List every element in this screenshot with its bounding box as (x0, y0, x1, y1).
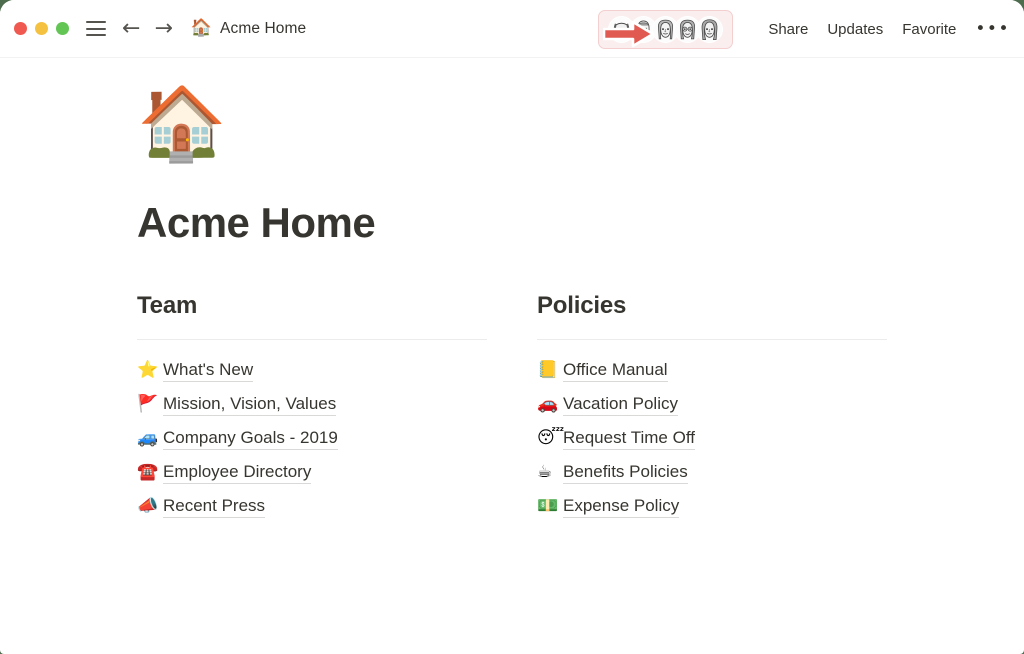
link-label[interactable]: What's New (163, 359, 254, 382)
link-label[interactable]: Employee Directory (163, 461, 312, 484)
list-item[interactable]: 🚗 Vacation Policy (537, 387, 937, 421)
forward-arrow-icon[interactable]: → (154, 17, 172, 40)
titlebar-actions: Share Updates Favorite ••• (598, 0, 1010, 58)
maximize-button[interactable] (56, 22, 69, 35)
megaphone-icon: 📣 (137, 495, 159, 516)
house-icon: 🏠 (190, 18, 213, 38)
flag-icon: 🚩 (137, 393, 159, 414)
column-divider (537, 339, 887, 341)
link-label[interactable]: Benefits Policies (563, 461, 688, 484)
hamburger-line (86, 21, 106, 23)
banknote-icon: 💵 (537, 495, 559, 516)
avatar-stack (608, 15, 724, 43)
avatar-group[interactable] (598, 9, 734, 49)
link-label[interactable]: Recent Press (163, 495, 266, 518)
link-label[interactable]: Expense Policy (563, 495, 680, 518)
title-bar: ← → 🏠 Acme Home Share Updates Favorite •… (0, 0, 1024, 58)
link-label[interactable]: Company Goals - 2019 (163, 427, 338, 450)
column-heading-team: Team (137, 292, 198, 320)
link-list-team: ⭐ What's New 🚩 Mission, Vision, Values 🚙… (137, 353, 537, 523)
list-item[interactable]: 📣 Recent Press (137, 489, 537, 523)
list-item[interactable]: 😴 Request Time Off (537, 421, 937, 455)
page-title: Acme Home (137, 199, 376, 246)
share-button[interactable]: Share (768, 21, 808, 38)
list-item[interactable]: 💵 Expense Policy (537, 489, 937, 523)
page-content: 🏠 Acme Home Team ⭐ What's New 🚩 Mission,… (0, 58, 1024, 523)
breadcrumb[interactable]: 🏠 Acme Home (191, 20, 306, 38)
link-label[interactable]: Mission, Vision, Values (163, 393, 337, 416)
hamburger-line (86, 27, 106, 30)
avatar-person-4[interactable] (696, 15, 724, 43)
hamburger-line (86, 34, 106, 36)
list-item[interactable]: 🚙 Company Goals - 2019 (137, 421, 537, 455)
car-icon: 🚗 (537, 393, 559, 414)
link-list-policies: 📒 Office Manual 🚗 Vacation Policy 😴 Requ… (537, 353, 937, 523)
telephone-icon: ☎️ (137, 461, 159, 482)
column-team: Team ⭐ What's New 🚩 Mission, Vision, Val… (137, 292, 537, 523)
minimize-button[interactable] (35, 22, 48, 35)
sleeping-face-icon: 😴 (537, 427, 565, 448)
link-label[interactable]: Request Time Off (563, 427, 695, 450)
column-divider (137, 339, 487, 341)
page-house-icon[interactable]: 🏠 (137, 87, 1024, 171)
window-controls (14, 22, 69, 35)
car-icon: 🚙 (137, 427, 159, 448)
hamburger-icon[interactable] (86, 21, 106, 36)
breadcrumb-label[interactable]: Acme Home (220, 20, 306, 38)
list-item[interactable]: ⭐ What's New (137, 353, 537, 387)
more-options-icon[interactable]: ••• (975, 20, 1010, 38)
list-item[interactable]: ☕ Benefits Policies (537, 455, 937, 489)
link-label[interactable]: Office Manual (563, 359, 668, 382)
ledger-icon: 📒 (537, 359, 559, 380)
list-item[interactable]: 🚩 Mission, Vision, Values (137, 387, 537, 421)
star-icon: ⭐ (137, 359, 159, 380)
content-columns: Team ⭐ What's New 🚩 Mission, Vision, Val… (137, 292, 1024, 523)
favorite-button[interactable]: Favorite (902, 21, 956, 38)
back-arrow-icon[interactable]: ← (122, 17, 140, 40)
link-label[interactable]: Vacation Policy (563, 393, 678, 416)
list-item[interactable]: ☎️ Employee Directory (137, 455, 537, 489)
app-window: ← → 🏠 Acme Home Share Updates Favorite •… (0, 0, 1024, 654)
list-item[interactable]: 📒 Office Manual (537, 353, 937, 387)
column-heading-policies: Policies (537, 292, 627, 320)
updates-button[interactable]: Updates (827, 21, 883, 38)
close-button[interactable] (14, 22, 27, 35)
column-policies: Policies 📒 Office Manual 🚗 Vacation Poli… (537, 292, 937, 523)
coffee-icon: ☕ (537, 461, 553, 482)
